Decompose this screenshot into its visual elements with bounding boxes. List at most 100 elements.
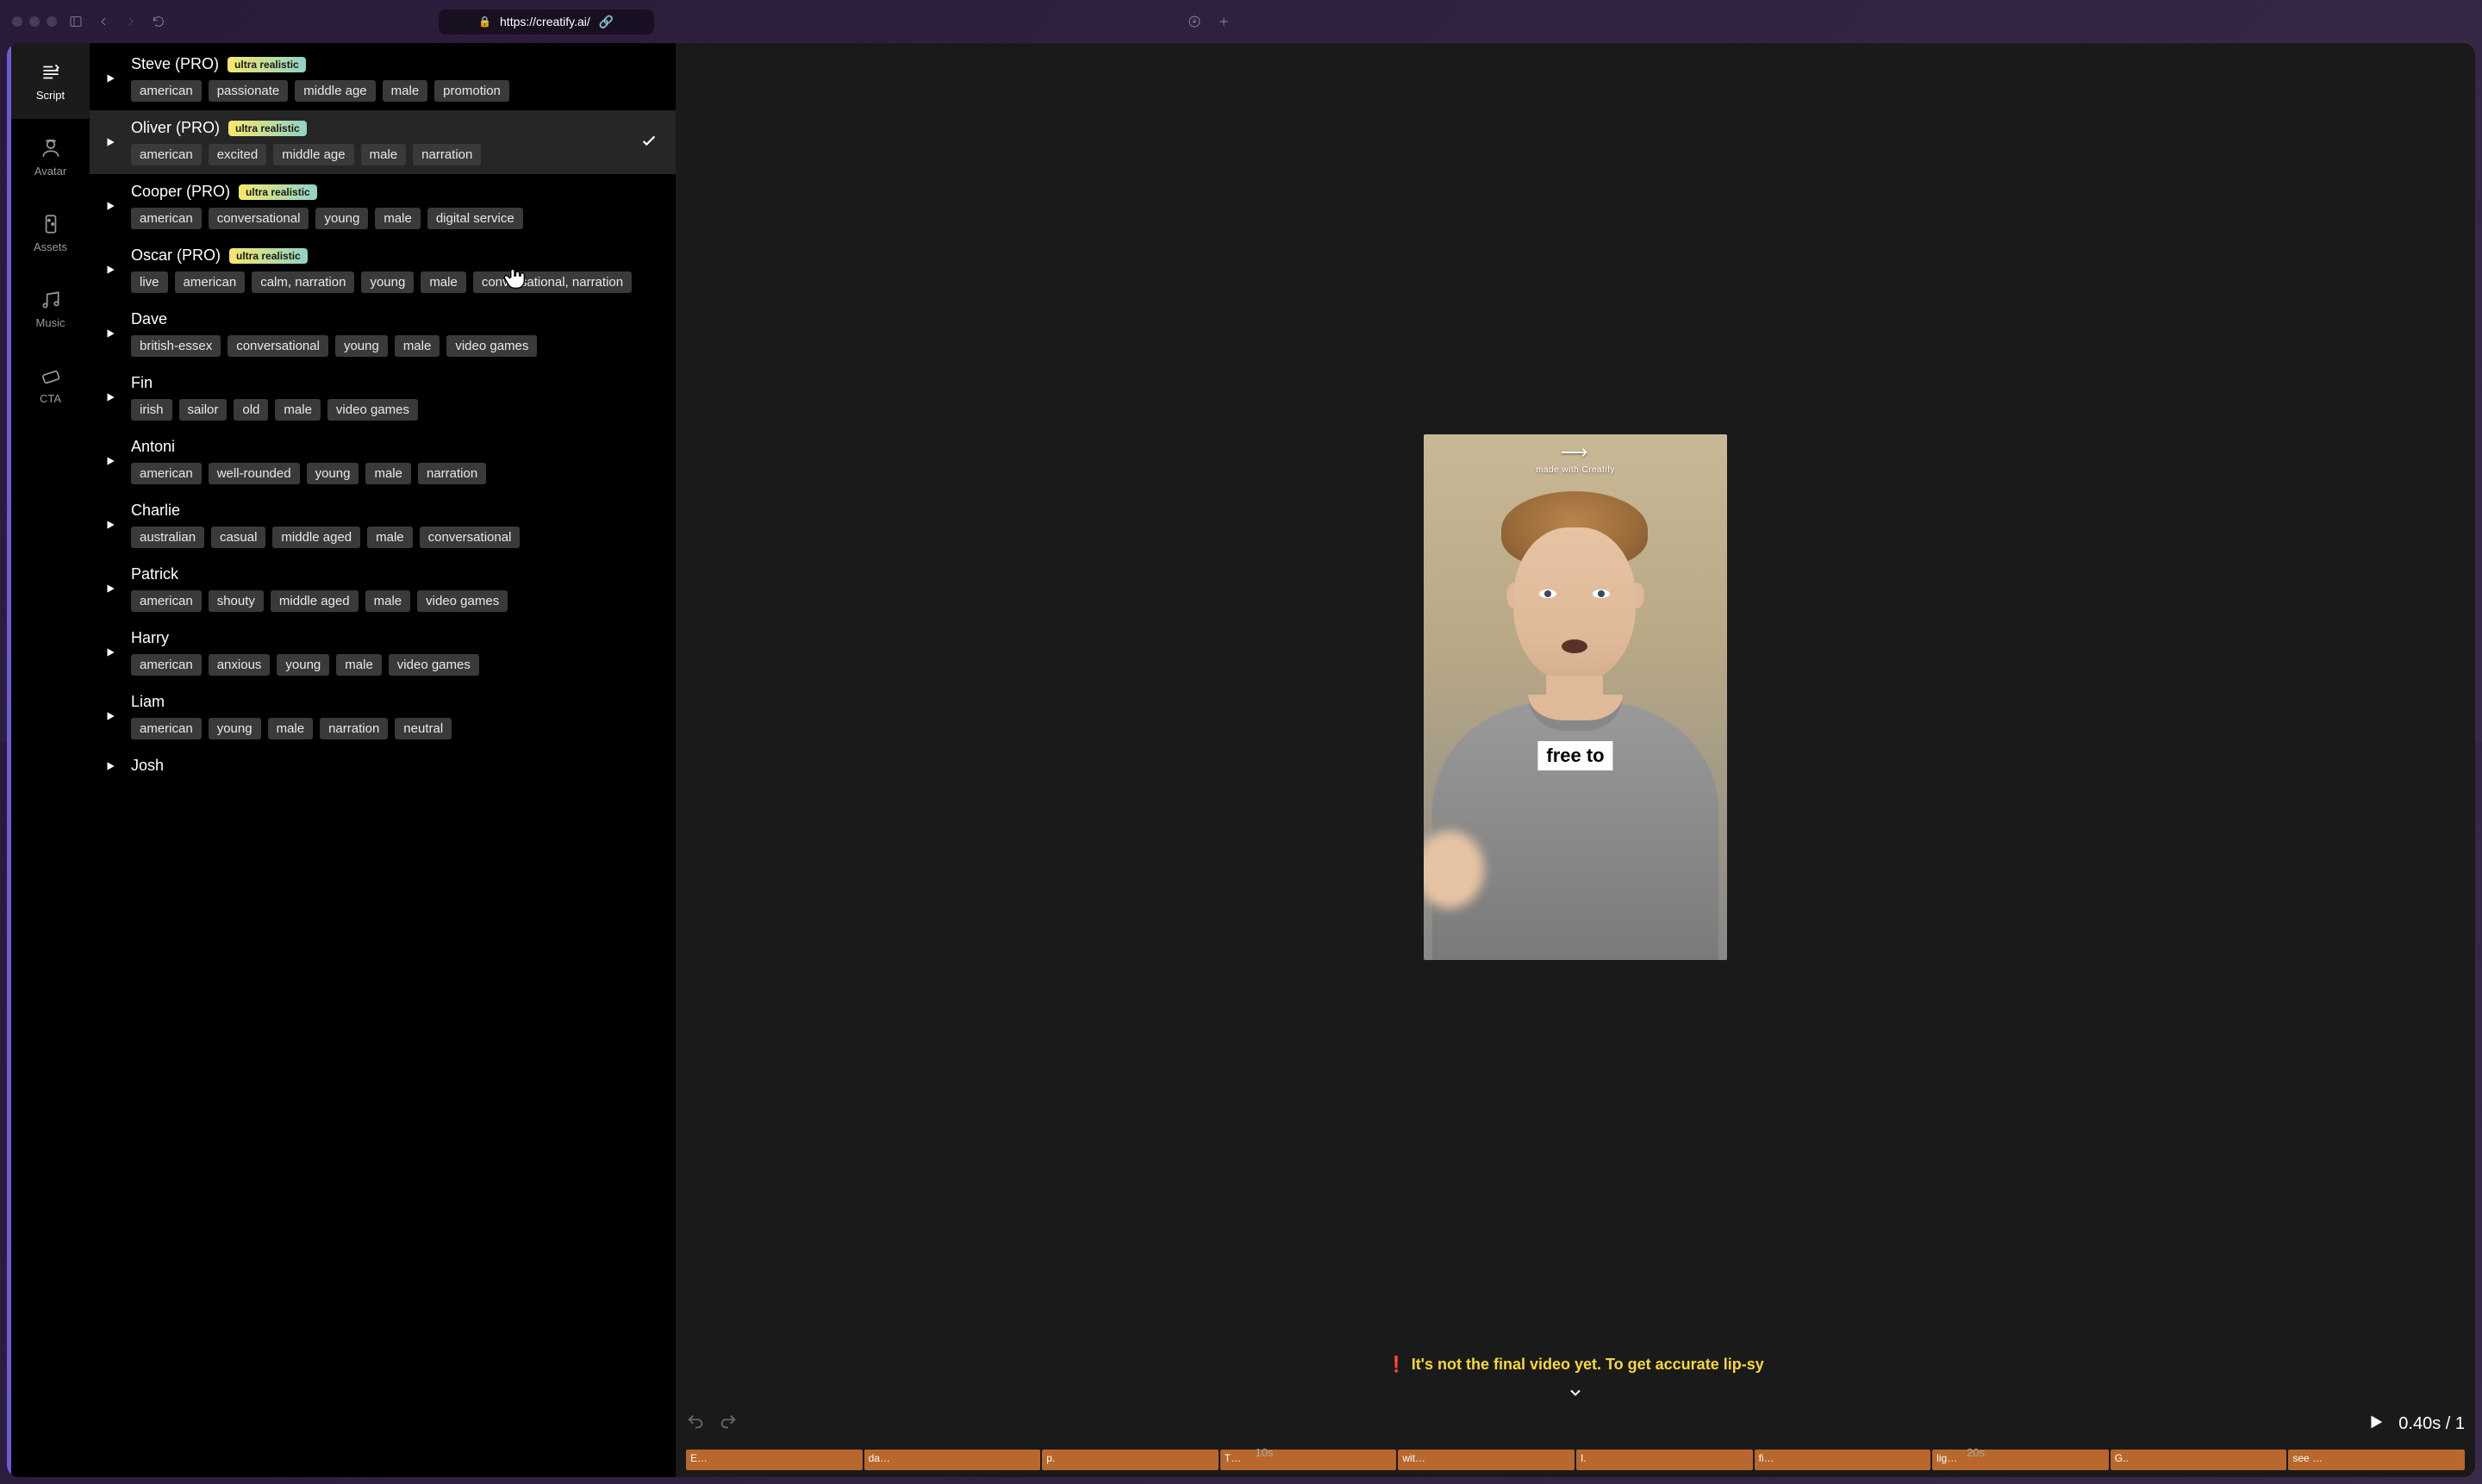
voice-tag: middle age	[273, 144, 353, 165]
voice-tag: conversational	[420, 527, 521, 548]
nav-avatar[interactable]: Avatar	[11, 119, 90, 195]
play-icon[interactable]	[102, 197, 119, 215]
play-icon[interactable]	[102, 708, 119, 725]
voice-tag: american	[131, 718, 202, 739]
voice-tag: sailor	[179, 399, 228, 421]
minimize-window-icon[interactable]	[29, 16, 40, 27]
voice-tag: shouty	[209, 590, 264, 612]
undo-button[interactable]	[686, 1412, 705, 1436]
downloads-icon[interactable]	[1186, 13, 1203, 30]
sidebar-toggle-icon[interactable]	[67, 13, 84, 30]
play-icon[interactable]	[102, 389, 119, 406]
back-button[interactable]	[95, 13, 112, 30]
play-icon[interactable]	[102, 134, 119, 151]
voice-tags: americanshoutymiddle agedmalevideo games	[131, 590, 664, 612]
voice-tag: conversational	[209, 208, 309, 229]
play-icon[interactable]	[102, 70, 119, 87]
timeline-clip[interactable]: G..	[2111, 1450, 2287, 1470]
preview-pane: ⟶ made with Creatify free to	[676, 43, 2475, 1477]
voice-item[interactable]: Charlieaustraliancasualmiddle agedmaleco…	[90, 493, 676, 557]
play-icon[interactable]	[102, 516, 119, 533]
timeline-clip[interactable]: fi…	[1755, 1450, 1931, 1470]
voice-item[interactable]: Davebritish-essexconversationalyoungmale…	[90, 302, 676, 365]
play-icon[interactable]	[102, 452, 119, 470]
reload-button[interactable]	[150, 13, 167, 30]
voice-item[interactable]: Finirishsailoroldmalevideo games	[90, 365, 676, 429]
voice-item[interactable]: Steve (PRO)ultra realisticamericanpassio…	[90, 47, 676, 110]
voice-tag: male	[367, 527, 413, 548]
nav-script[interactable]: Script	[11, 43, 90, 119]
timeline-clip[interactable]: E…	[686, 1450, 863, 1470]
play-icon[interactable]	[102, 758, 119, 775]
play-button[interactable]	[2366, 1412, 2385, 1436]
timeline-clip[interactable]: wit…	[1398, 1450, 1575, 1470]
voice-tag: american	[131, 208, 202, 229]
timeline-clip[interactable]: lig…	[1932, 1450, 2109, 1470]
voice-tag: narration	[413, 144, 481, 165]
voice-tags: americanyoungmalenarrationneutral	[131, 718, 664, 739]
voice-tag: young	[209, 718, 261, 739]
nav-assets[interactable]: Assets	[11, 195, 90, 271]
voice-item[interactable]: Josh	[90, 748, 676, 783]
voice-tag: male	[375, 208, 421, 229]
voice-list-scroll[interactable]: Steve (PRO)ultra realisticamericanpassio…	[90, 43, 676, 1477]
maximize-window-icon[interactable]	[47, 16, 57, 27]
forward-button	[122, 13, 140, 30]
nav-cta[interactable]: CTA	[11, 346, 90, 422]
play-icon[interactable]	[102, 261, 119, 278]
play-icon[interactable]	[102, 644, 119, 661]
voice-tag: young	[277, 654, 329, 676]
voice-tag: casual	[211, 527, 265, 548]
warning-icon: ❗	[1387, 1356, 1406, 1374]
address-bar[interactable]: 🔒 https://creatify.ai/ 🔗	[439, 9, 654, 34]
timeline-clip[interactable]: see …	[2288, 1450, 2465, 1470]
timeline-clip[interactable]: da…	[864, 1450, 1041, 1470]
voice-name: Oscar (PRO)	[131, 246, 221, 265]
play-icon[interactable]	[102, 580, 119, 597]
voice-name: Liam	[131, 693, 165, 711]
voice-item[interactable]: Cooper (PRO)ultra realisticamericanconve…	[90, 174, 676, 238]
nav-music[interactable]: Music	[11, 271, 90, 346]
voice-tag: video games	[327, 399, 418, 421]
voice-list-panel: Steve (PRO)ultra realisticamericanpassio…	[90, 43, 676, 1477]
watermark-icon: ⟶	[1536, 441, 1615, 464]
share-icon[interactable]: 🔗	[599, 15, 614, 29]
voice-tags: americanwell-roundedyoungmalenarration	[131, 463, 664, 484]
timeline-collapse-button[interactable]	[686, 1384, 2465, 1406]
timeline-clip[interactable]: T…	[1220, 1450, 1397, 1470]
voice-tag: male	[365, 590, 411, 612]
voice-tag: conversational	[228, 335, 328, 357]
close-window-icon[interactable]	[12, 16, 22, 27]
voice-tag: narration	[320, 718, 388, 739]
voice-item[interactable]: Oscar (PRO)ultra realisticliveamericanca…	[90, 238, 676, 302]
new-tab-button[interactable]	[1215, 13, 1232, 30]
voice-item[interactable]: Harryamericananxiousyoungmalevideo games	[90, 620, 676, 684]
voice-tag: promotion	[434, 80, 509, 102]
left-nav: ScriptAvatar Assets MusicCTA	[7, 43, 90, 1477]
redo-button[interactable]	[719, 1412, 738, 1436]
voice-tag: video games	[417, 590, 508, 612]
voice-item[interactable]: Antoniamericanwell-roundedyoungmalenarra…	[90, 429, 676, 493]
voice-tag: young	[335, 335, 388, 357]
voice-item[interactable]: Patrickamericanshoutymiddle agedmalevide…	[90, 557, 676, 620]
voice-name: Oliver (PRO)	[131, 119, 220, 137]
voice-tag: male	[275, 399, 321, 421]
voice-tag: american	[131, 144, 202, 165]
voice-tag: excited	[209, 144, 267, 165]
url-text: https://creatify.ai/	[500, 15, 590, 28]
voice-item[interactable]: Liamamericanyoungmalenarrationneutral	[90, 684, 676, 748]
voice-name: Patrick	[131, 565, 178, 583]
voice-tags: americanpassionatemiddle agemalepromotio…	[131, 80, 664, 102]
timeline-clip[interactable]: I.	[1576, 1450, 1753, 1470]
video-preview[interactable]: ⟶ made with Creatify free to	[1424, 434, 1727, 960]
timeline-ruler[interactable]: 10s 20s	[686, 1444, 2465, 1450]
voice-name: Charlie	[131, 502, 180, 520]
voice-tag: american	[131, 80, 202, 102]
timeline-clips[interactable]: E…da…p.T…wit…I.fi…lig…G..see …	[686, 1450, 2465, 1470]
play-icon[interactable]	[102, 325, 119, 342]
timeline-clip[interactable]: p.	[1042, 1450, 1219, 1470]
voice-item[interactable]: Oliver (PRO)ultra realisticamericanexcit…	[90, 110, 676, 174]
voice-name: Harry	[131, 629, 169, 647]
nav-label: Assets	[34, 240, 67, 253]
voice-tag: narration	[418, 463, 486, 484]
